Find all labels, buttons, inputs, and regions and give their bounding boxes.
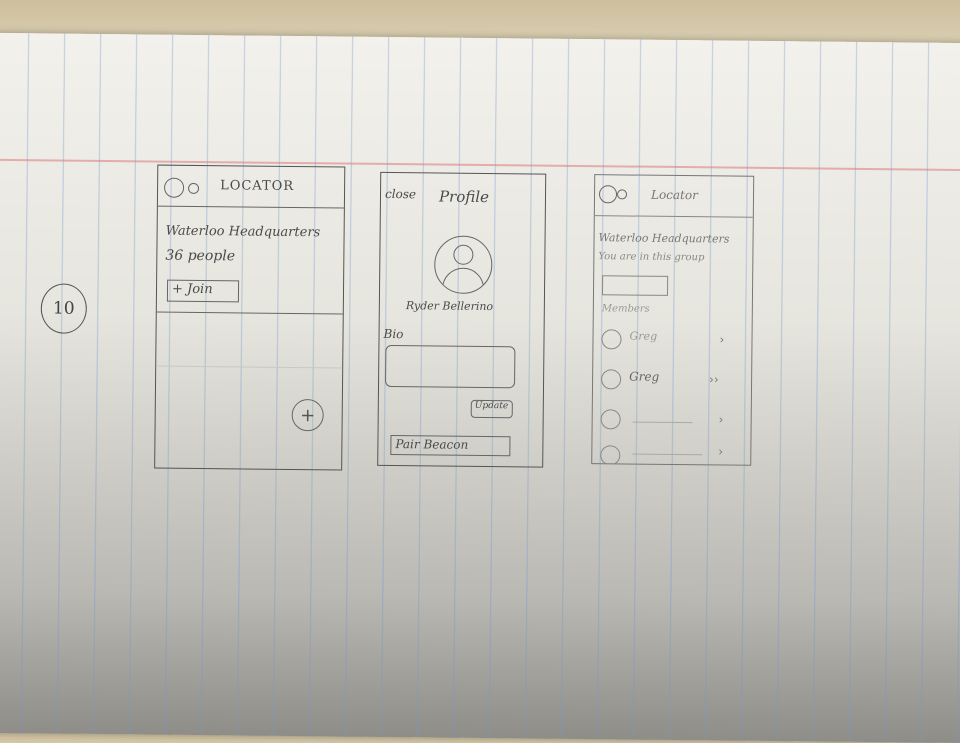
screen3-frame: Locator Waterloo Headquarters You are in… [591, 174, 755, 466]
member-name: Greg [629, 369, 660, 384]
chevron-right-icon: › [718, 444, 724, 459]
pair-beacon-label: Pair Beacon [395, 437, 469, 452]
close-button[interactable]: close [385, 187, 416, 201]
chevron-right-icon: ›› [709, 372, 719, 387]
member-name: Greg [629, 329, 658, 343]
screen3-location-icon[interactable] [616, 189, 628, 200]
member-avatar-icon [600, 409, 621, 430]
member-row[interactable]: › [592, 439, 750, 465]
add-fab-button[interactable]: + [291, 398, 324, 432]
join-button[interactable]: + Join [166, 279, 240, 303]
screen2-title: Profile [438, 187, 490, 207]
page-number: 10 [40, 283, 88, 334]
bio-label: Bio [383, 326, 404, 342]
screen1-title: LOCATOR [220, 178, 295, 194]
screen3-avatar-icon[interactable] [598, 185, 618, 204]
location-icon[interactable] [188, 182, 200, 194]
chevron-right-icon: › [719, 332, 725, 347]
member-row[interactable]: Greg ›› [593, 365, 751, 395]
margin-line [0, 158, 960, 172]
avatar-body-icon [441, 267, 485, 295]
member-avatar-icon [601, 329, 622, 350]
members-label: Members [601, 303, 650, 315]
screen1-card-divider [156, 311, 343, 315]
update-button[interactable]: Update [470, 399, 513, 419]
avatar-icon[interactable] [163, 177, 185, 198]
member-name-line [632, 421, 693, 424]
plus-icon: + [300, 404, 316, 426]
screen1-header-divider [157, 205, 344, 209]
screen3-header-divider [594, 215, 753, 218]
join-button-label: + Join [171, 281, 213, 298]
screen2-frame: close Profile Ryder Bellerino Bio Update… [377, 171, 547, 468]
member-name-line [632, 453, 703, 456]
profile-user-name: Ryder Bellerino [405, 299, 494, 314]
member-avatar-icon [600, 445, 621, 465]
pair-beacon-button[interactable]: Pair Beacon [390, 435, 511, 457]
screen3-title: Locator [650, 187, 698, 203]
profile-avatar [433, 235, 493, 295]
screen1-frame: LOCATOR Waterloo Headquarters 36 people … [154, 164, 346, 471]
avatar-head-icon [453, 244, 474, 265]
member-row[interactable]: › [593, 405, 751, 435]
notebook-paper: 10 LOCATOR Waterloo Headquarters 36 peop… [0, 32, 960, 743]
screen3-location: Waterloo Headquarters [598, 231, 730, 246]
screen3-leave-button[interactable] [601, 275, 669, 296]
update-button-label: Update [474, 400, 509, 412]
bio-input[interactable] [385, 344, 516, 389]
chevron-right-icon: › [718, 412, 724, 427]
member-avatar-icon [600, 369, 622, 390]
screen1-card-people: 36 people [165, 247, 236, 265]
member-row[interactable]: Greg › [593, 325, 751, 355]
screen1-faint-row [156, 365, 343, 369]
screen3-subtitle: You are in this group [598, 251, 705, 264]
screen1-card-location: Waterloo Headquarters [165, 223, 321, 241]
